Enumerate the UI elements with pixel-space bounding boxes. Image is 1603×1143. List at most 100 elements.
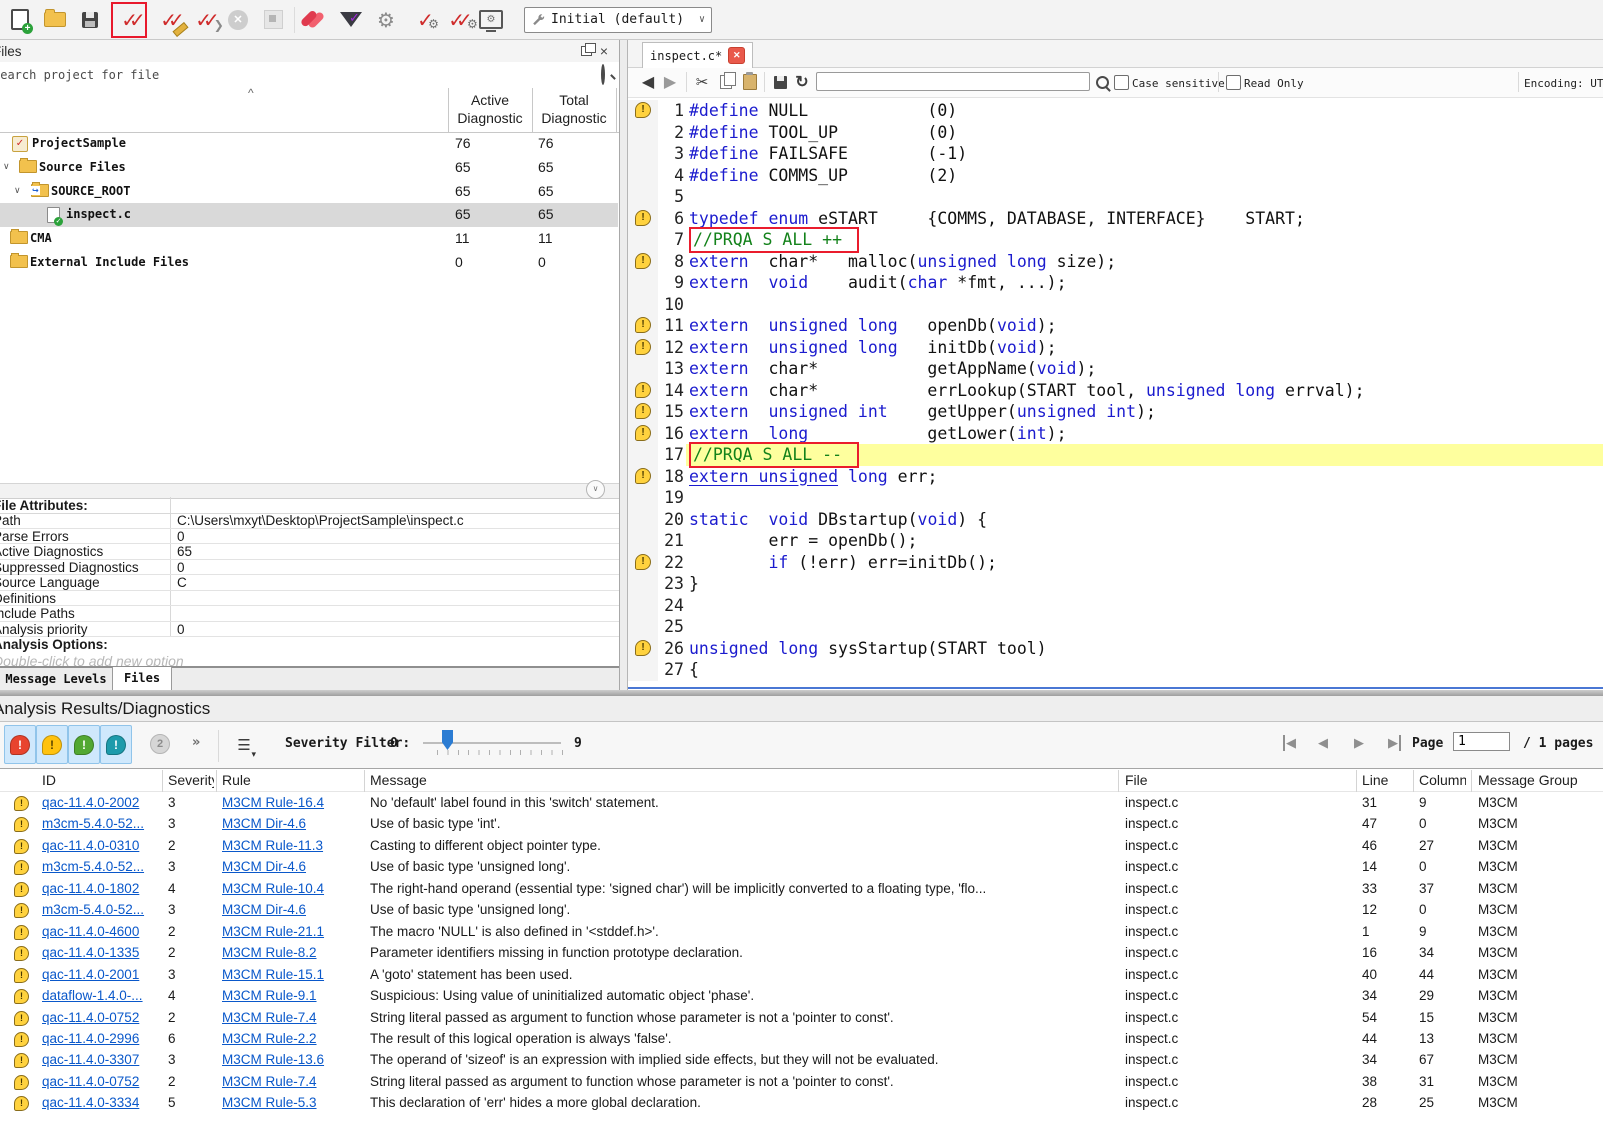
open-project-button[interactable] [41,5,69,35]
header-file[interactable]: File [1125,772,1355,788]
diagnostic-id-link[interactable]: qac-11.4.0-0310 [42,838,160,853]
column-divider[interactable] [616,88,617,132]
code-text[interactable]: #define NULL (0) [686,100,1603,122]
header-divider[interactable] [364,770,365,792]
diagnostic-row[interactable]: dataflow-1.4.0-...4M3CM Rule-9.1Suspicio… [0,986,1603,1007]
header-divider[interactable] [1471,770,1472,792]
diagnostic-rule-link[interactable]: M3CM Rule-8.2 [222,945,362,960]
paste-button[interactable] [740,72,760,92]
sync-project-button[interactable] [302,5,330,35]
suppressed-count-badge[interactable]: 2 [150,734,170,754]
header-rule[interactable]: Rule [222,772,362,788]
diagnostic-row[interactable]: m3cm-5.4.0-52...3M3CM Dir-4.6Use of basi… [0,814,1603,835]
code-text[interactable]: extern char* getAppName(void); [686,358,1603,380]
header-severity[interactable]: Severity [168,772,214,788]
previous-page-button[interactable]: ◀ [1318,735,1328,751]
tree-item-source-root[interactable]: ∨SOURCE_ROOT6565 [0,180,618,204]
diagnostic-row[interactable]: qac-11.4.0-13352M3CM Rule-8.2Parameter i… [0,943,1603,964]
diagnostic-rule-link[interactable]: M3CM Rule-9.1 [222,988,362,1003]
diagnostic-marker-icon[interactable] [635,425,651,441]
diagnostic-row[interactable]: m3cm-5.4.0-52...3M3CM Dir-4.6Use of basi… [0,900,1603,921]
code-line-18[interactable]: 18extern unsigned long err; [628,466,1603,488]
tab-files[interactable]: Files [112,667,172,691]
code-text[interactable]: unsigned long sysStartup(START tool) [686,638,1603,660]
code-line-14[interactable]: 14extern char* errLookup(START tool, uns… [628,380,1603,402]
save-project-button[interactable] [76,5,104,35]
analysis-settings-button[interactable]: ✓⚙ [407,5,435,35]
header-line[interactable]: Line [1362,772,1412,788]
editor-scrollbar[interactable] [628,687,1603,689]
read-only-checkbox[interactable] [1226,75,1241,90]
code-line-11[interactable]: 11extern unsigned long openDb(void); [628,315,1603,337]
attribute-value[interactable]: 0 [177,560,185,575]
stop-analysis-button[interactable] [259,5,287,35]
header-divider[interactable] [1356,770,1357,792]
diagnostic-marker-icon[interactable] [635,382,651,398]
column-header-total-diagnostic[interactable]: Total Diagnostic [534,91,614,127]
header-message[interactable]: Message [370,772,1115,788]
diagnostic-marker-icon[interactable] [635,253,651,269]
settings-button[interactable]: ⚙ [372,5,400,35]
code-text[interactable]: extern char* malloc(unsigned long size); [686,251,1603,273]
last-page-button[interactable]: ▶ [1388,735,1401,751]
tree-item-source-files[interactable]: ∨Source Files6565 [0,156,618,180]
column-divider[interactable] [532,88,533,132]
expander-icon[interactable]: ∨ [3,161,10,172]
code-text[interactable]: static void DBstartup(void) { [686,509,1603,531]
code-text[interactable]: #define COMMS_UP (2) [686,165,1603,187]
code-area[interactable]: 1#define NULL (0)2#define TOOL_UP (0)3#d… [628,100,1603,688]
toggle-severity-error-button[interactable] [4,725,36,764]
diagnostic-rule-link[interactable]: M3CM Dir-4.6 [222,902,362,917]
navigate-forward-button[interactable]: ▶ [660,72,680,92]
attribute-value[interactable]: 65 [177,544,192,559]
save-file-button[interactable] [770,72,790,92]
code-line-22[interactable]: 22 if (!err) err=initDb(); [628,552,1603,574]
diagnostic-marker-icon[interactable] [635,102,651,118]
code-line-27[interactable]: 27{ [628,659,1603,681]
editor-search-button[interactable] [1092,72,1112,92]
diagnostic-rule-link[interactable]: M3CM Dir-4.6 [222,816,362,831]
code-line-6[interactable]: 6typedef enum eSTART {COMMS, DATABASE, I… [628,208,1603,230]
code-line-19[interactable]: 19 [628,487,1603,509]
diagnostic-id-link[interactable]: qac-11.4.0-0752 [42,1074,160,1089]
code-line-13[interactable]: 13extern char* getAppName(void); [628,358,1603,380]
diagnostic-rule-link[interactable]: M3CM Rule-13.6 [222,1052,362,1067]
attribute-value[interactable]: 0 [177,529,185,544]
diagnostic-row[interactable]: qac-11.4.0-29966M3CM Rule-2.2The result … [0,1029,1603,1050]
code-text[interactable]: #define FAILSAFE (-1) [686,143,1603,165]
filter-button[interactable] [337,5,365,35]
column-header-active-diagnostic[interactable]: Active Diagnostic [450,91,530,127]
code-text[interactable]: //PRQA S ALL ++ [686,229,1603,251]
diagnostic-marker-icon[interactable] [635,210,651,226]
close-tab-icon[interactable]: ✕ [728,47,745,64]
header-id[interactable]: ID [42,772,160,788]
diagnostic-row[interactable]: qac-11.4.0-07522M3CM Rule-7.4String lite… [0,1008,1603,1029]
code-line-23[interactable]: 23} [628,573,1603,595]
analyze-modified-button[interactable]: ✓✓❯ [189,5,217,35]
code-text[interactable]: //PRQA S ALL -- [686,444,1603,466]
code-text[interactable]: typedef enum eSTART {COMMS, DATABASE, IN… [686,208,1603,230]
diagnostic-id-link[interactable]: m3cm-5.4.0-52... [42,859,160,874]
diagnostic-id-link[interactable]: m3cm-5.4.0-52... [42,902,160,917]
code-line-17[interactable]: 17//PRQA S ALL -- [628,444,1603,466]
header-column[interactable]: Column [1419,772,1466,788]
reload-file-button[interactable]: ↻ [792,72,812,92]
toggle-severity-warning-button[interactable] [36,725,68,764]
code-line-7[interactable]: 7//PRQA S ALL ++ [628,229,1603,251]
toggle-severity-note-button[interactable] [100,725,132,764]
diagnostic-row[interactable]: qac-11.4.0-03102M3CM Rule-11.3Casting to… [0,836,1603,857]
column-divider[interactable] [448,88,449,132]
diagnostic-marker-icon[interactable] [635,554,651,570]
first-page-button[interactable]: ◀ [1283,735,1296,751]
diagnostic-rule-link[interactable]: M3CM Rule-15.1 [222,967,362,982]
code-text[interactable]: extern unsigned int getUpper(unsigned in… [686,401,1603,423]
float-panel-button[interactable] [577,43,595,59]
diagnostic-marker-icon[interactable] [635,468,651,484]
header-divider[interactable] [162,770,163,792]
code-text[interactable]: #define TOOL_UP (0) [686,122,1603,144]
code-line-1[interactable]: 1#define NULL (0) [628,100,1603,122]
diagnostic-rule-link[interactable]: M3CM Rule-7.4 [222,1010,362,1025]
code-line-8[interactable]: 8extern char* malloc(unsigned long size)… [628,251,1603,273]
code-text[interactable]: if (!err) err=initDb(); [686,552,1603,574]
header-divider[interactable] [1118,770,1119,792]
